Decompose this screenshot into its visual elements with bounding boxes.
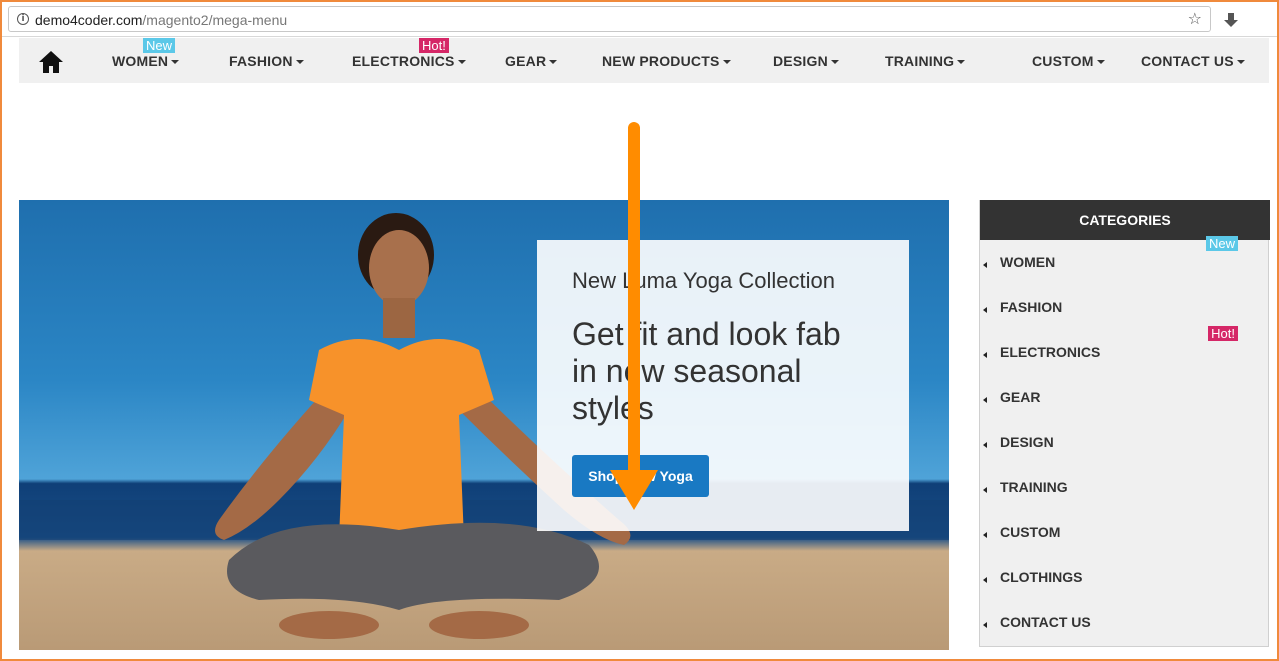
nav-label: NEW PRODUCTS — [602, 53, 720, 69]
chevron-down-icon — [457, 60, 466, 65]
nav-item-new-products[interactable]: NEW PRODUCTS — [602, 53, 731, 69]
category-item-design[interactable]: DESIGN — [980, 430, 1268, 460]
caret-left-icon — [983, 307, 987, 313]
url-text[interactable]: demo4coder.com/magento2/mega-menu — [35, 12, 287, 28]
category-label: WOMEN — [1000, 254, 1056, 270]
category-label: FASHION — [1000, 299, 1063, 315]
category-label: CLOTHINGS — [1000, 569, 1083, 585]
hot-badge: Hot! — [1208, 326, 1238, 341]
category-label: DESIGN — [1000, 434, 1054, 450]
caret-left-icon — [983, 262, 987, 268]
category-item-contact-us[interactable]: CONTACT US — [980, 610, 1268, 640]
nav-item-gear[interactable]: GEAR — [505, 53, 558, 69]
categories-sidebar: CATEGORIES WOMEN New FASHION ELECTRONICS… — [979, 200, 1270, 647]
nav-item-electronics[interactable]: ELECTRONICS — [352, 53, 466, 69]
nav-label: ELECTRONICS — [352, 53, 455, 69]
category-label: CONTACT US — [1000, 614, 1091, 630]
chevron-down-icon — [1096, 60, 1105, 65]
hero-banner[interactable]: New Luma Yoga Collection Get fit and loo… — [19, 200, 949, 650]
chevron-down-icon — [295, 60, 304, 65]
new-badge: New — [1205, 236, 1238, 251]
annotation-arrow-icon — [610, 122, 658, 510]
caret-left-icon — [983, 577, 987, 583]
url-path: /magento2/mega-menu — [142, 12, 288, 28]
nav-label: CUSTOM — [1032, 53, 1094, 69]
categories-header: CATEGORIES — [980, 200, 1270, 240]
nav-label: DESIGN — [773, 53, 828, 69]
caret-left-icon — [983, 352, 987, 358]
nav-label: CONTACT US — [1141, 53, 1234, 69]
chevron-down-icon — [722, 60, 731, 65]
nav-item-training[interactable]: TRAINING — [885, 53, 966, 69]
download-icon[interactable] — [1222, 11, 1240, 29]
hot-badge: Hot! — [419, 38, 449, 53]
category-item-training[interactable]: TRAINING — [980, 475, 1268, 505]
nav-item-custom[interactable]: CUSTOM — [1032, 53, 1105, 69]
browser-toolbar: i demo4coder.com/magento2/mega-menu ☆ — [2, 2, 1277, 37]
home-icon[interactable] — [38, 50, 64, 74]
address-bar[interactable]: i demo4coder.com/magento2/mega-menu ☆ — [8, 6, 1211, 32]
category-label: ELECTRONICS — [1000, 344, 1101, 360]
nav-item-fashion[interactable]: FASHION — [229, 53, 304, 69]
url-host: demo4coder.com — [35, 12, 143, 28]
chevron-down-icon — [957, 60, 966, 65]
nav-item-contact-us[interactable]: CONTACT US — [1141, 53, 1245, 69]
chevron-down-icon — [171, 60, 180, 65]
category-item-clothings[interactable]: CLOTHINGS — [980, 565, 1268, 595]
nav-item-women[interactable]: WOMEN — [112, 53, 180, 69]
category-label: GEAR — [1000, 389, 1041, 405]
chevron-down-icon — [1236, 60, 1245, 65]
category-item-gear[interactable]: GEAR — [980, 385, 1268, 415]
caret-left-icon — [983, 397, 987, 403]
nav-item-design[interactable]: DESIGN — [773, 53, 839, 69]
promo-panel: New Luma Yoga Collection Get fit and loo… — [537, 240, 909, 531]
main-navigation: WOMEN New FASHION ELECTRONICS Hot! GEAR … — [19, 38, 1269, 83]
nav-label: TRAINING — [885, 53, 955, 69]
chevron-down-icon — [549, 60, 558, 65]
category-label: CUSTOM — [1000, 524, 1061, 540]
new-badge: New — [143, 38, 176, 53]
caret-left-icon — [983, 532, 987, 538]
category-item-fashion[interactable]: FASHION — [980, 295, 1268, 325]
nav-label: FASHION — [229, 53, 293, 69]
chevron-down-icon — [830, 60, 839, 65]
nav-label: WOMEN — [112, 53, 169, 69]
nav-label: GEAR — [505, 53, 547, 69]
caret-left-icon — [983, 487, 987, 493]
category-item-electronics[interactable]: ELECTRONICS Hot! — [980, 326, 1268, 370]
caret-left-icon — [983, 622, 987, 628]
caret-left-icon — [983, 442, 987, 448]
category-item-women[interactable]: WOMEN New — [980, 236, 1268, 280]
bookmark-star-icon[interactable]: ☆ — [1188, 9, 1202, 28]
category-label: TRAINING — [1000, 479, 1068, 495]
category-item-custom[interactable]: CUSTOM — [980, 520, 1268, 550]
info-icon[interactable]: i — [17, 13, 29, 25]
